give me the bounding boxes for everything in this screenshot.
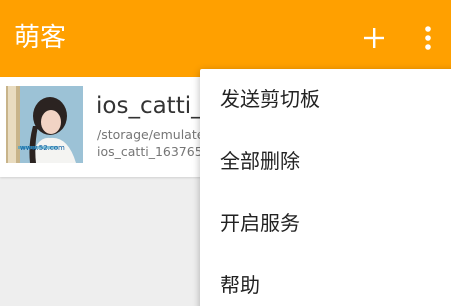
menu-item-label: 全部删除	[220, 149, 300, 173]
more-options-button[interactable]	[416, 24, 440, 52]
item-path: /storage/emulated	[97, 127, 213, 142]
add-button[interactable]	[360, 24, 388, 52]
menu-item-label: 开启服务	[220, 211, 300, 235]
menu-item-delete-all[interactable]: 全部删除	[200, 131, 451, 193]
menu-item-help[interactable]: 帮助	[200, 255, 451, 306]
menu-item-label: 帮助	[220, 273, 260, 297]
plus-icon	[364, 28, 384, 48]
app-toolbar: 萌客	[0, 0, 451, 77]
app-screen: 萌客 www.52.com ios_catti_1 /storage/emula…	[0, 0, 451, 306]
overflow-menu: 发送剪切板 全部删除 开启服务 帮助	[200, 69, 451, 306]
menu-item-label: 发送剪切板	[220, 87, 320, 111]
thumbnail-image: www.52.com	[6, 86, 83, 163]
app-title: 萌客	[14, 23, 67, 53]
thumbnail-watermark: www.52.com	[20, 144, 65, 152]
item-filename: ios_catti_1637651	[97, 144, 211, 159]
menu-item-start-service[interactable]: 开启服务	[200, 193, 451, 255]
more-vert-icon	[425, 26, 431, 50]
menu-item-send-clipboard[interactable]: 发送剪切板	[200, 69, 451, 131]
